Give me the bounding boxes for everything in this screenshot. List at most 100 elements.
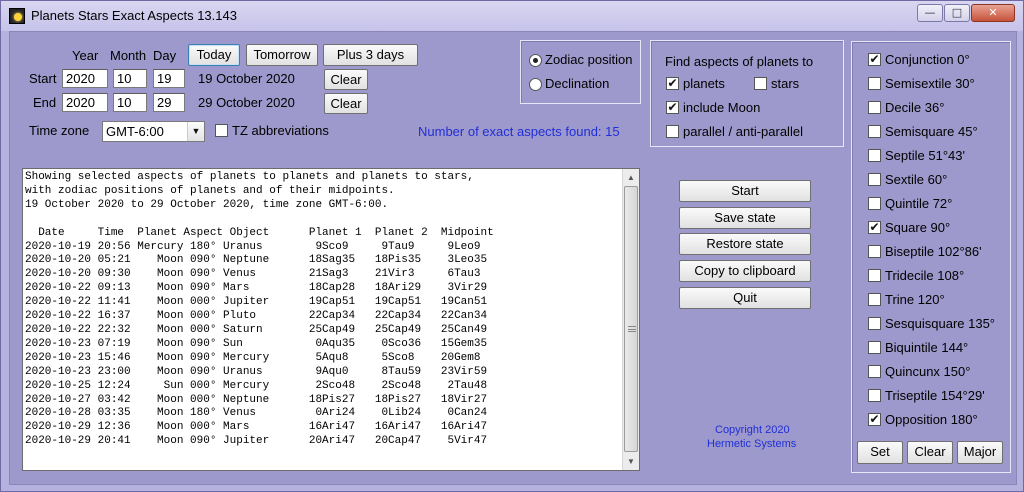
- start-label: Start: [29, 71, 57, 86]
- quit-button[interactable]: Quit: [679, 287, 811, 309]
- restore-state-button[interactable]: Restore state: [679, 233, 811, 255]
- aspect-label: Opposition 180°: [885, 412, 978, 427]
- zodiac-position-radio[interactable]: [529, 54, 542, 67]
- app-sun-icon: [9, 8, 25, 24]
- results-line: 2020-10-22 16:37 Moon 000° Pluto 22Cap34…: [25, 310, 488, 323]
- aspect-label: Semisquare 45°: [885, 124, 978, 139]
- aspect-label: Septile 51°43': [885, 148, 965, 163]
- aspect-checkbox[interactable]: ✔: [868, 53, 881, 66]
- aspect-checkbox[interactable]: [868, 245, 881, 258]
- results-line: Date Time Planet Aspect Object Planet 1 …: [25, 226, 494, 239]
- aspect-checkbox[interactable]: [868, 101, 881, 114]
- start-year-field[interactable]: 2020: [62, 69, 108, 88]
- tz-abbreviations-checkbox[interactable]: [215, 124, 228, 137]
- stars-label: stars: [771, 76, 800, 91]
- plus-3-days-button[interactable]: Plus 3 days: [323, 44, 418, 66]
- start-month-field[interactable]: 10: [113, 69, 147, 88]
- results-line: 2020-10-20 05:21 Moon 090° Neptune 18Sag…: [25, 254, 488, 267]
- minimize-icon[interactable]: —: [917, 4, 943, 22]
- aspect-label: Square 90°: [885, 220, 951, 235]
- tz-abbreviations-label: TZ abbreviations: [232, 123, 329, 138]
- timezone-label: Time zone: [29, 123, 90, 138]
- aspect-label: Sextile 60°: [885, 172, 948, 187]
- end-clear-button[interactable]: Clear: [324, 93, 368, 114]
- aspect-label: Sesquisquare 135°: [885, 316, 995, 331]
- results-line: 2020-10-23 23:00 Moon 090° Uranus 9Aqu0 …: [25, 365, 488, 378]
- aspect-label: Biquintile 144°: [885, 340, 969, 355]
- aspect-checkbox[interactable]: ✔: [868, 221, 881, 234]
- start-clear-button[interactable]: Clear: [324, 69, 368, 90]
- planets-label: planets: [683, 76, 725, 91]
- aspect-checkbox[interactable]: [868, 269, 881, 282]
- aspect-checkbox[interactable]: [868, 173, 881, 186]
- aspect-label: Conjunction 0°: [885, 52, 970, 67]
- close-icon[interactable]: ✕: [971, 4, 1015, 22]
- copyright-line2: Hermetic Systems: [707, 438, 797, 450]
- declination-label: Declination: [545, 76, 610, 91]
- aspect-checkbox[interactable]: [868, 389, 881, 402]
- end-year-field[interactable]: 2020: [62, 93, 108, 112]
- scroll-up-icon[interactable]: ▲: [623, 169, 639, 186]
- zodiac-position-label: Zodiac position: [545, 52, 633, 67]
- title-bar[interactable]: Planets Stars Exact Aspects 13.143 — □ ✕: [1, 1, 1023, 31]
- start-day-field[interactable]: 19: [153, 69, 185, 88]
- clear-aspects-button[interactable]: Clear: [907, 441, 953, 464]
- aspect-checkbox[interactable]: [868, 293, 881, 306]
- end-date-text: 29 October 2020: [198, 95, 295, 110]
- aspect-label: Trine 120°: [885, 292, 945, 307]
- start-button[interactable]: Start: [679, 180, 811, 202]
- aspect-checkbox[interactable]: [868, 317, 881, 330]
- scroll-down-icon[interactable]: ▼: [623, 453, 639, 470]
- today-button[interactable]: Today: [188, 44, 240, 66]
- year-header: Year: [72, 48, 99, 63]
- major-aspects-button[interactable]: Major: [957, 441, 1003, 464]
- aspect-checkbox[interactable]: [868, 197, 881, 210]
- aspect-label: Tridecile 108°: [885, 268, 965, 283]
- find-aspects-title: Find aspects of planets to: [665, 54, 814, 69]
- aspect-checkbox[interactable]: ✔: [868, 413, 881, 426]
- parallel-checkbox[interactable]: [666, 125, 679, 138]
- maximize-icon[interactable]: □: [944, 4, 970, 22]
- aspect-label: Decile 36°: [885, 100, 945, 115]
- aspect-checkbox[interactable]: [868, 125, 881, 138]
- timezone-select[interactable]: GMT-6:00 ▼: [102, 121, 205, 142]
- aspect-label: Triseptile 154°29': [885, 388, 985, 403]
- declination-radio[interactable]: [529, 78, 542, 91]
- results-line: 2020-10-25 12:24 Sun 000° Mercury 2Sco48…: [25, 379, 488, 392]
- main-panel: Year Month Day Today Tomorrow Plus 3 day…: [9, 31, 1017, 485]
- aspect-label: Semisextile 30°: [885, 76, 975, 91]
- results-line: Showing selected aspects of planets to p…: [25, 171, 474, 183]
- aspects-group: ✔ Conjunction 0° Semisextile 30° Decile 36°…: [851, 41, 1011, 473]
- scroll-thumb[interactable]: [624, 186, 638, 452]
- results-line: 2020-10-29 20:41 Moon 090° Jupiter 20Ari…: [25, 435, 488, 448]
- results-textarea[interactable]: Showing selected aspects of planets to p…: [22, 168, 640, 471]
- end-day-field[interactable]: 29: [153, 93, 185, 112]
- results-line: 2020-10-23 07:19 Moon 090° Sun 0Aqu35 0S…: [25, 337, 488, 350]
- aspect-label: Quincunx 150°: [885, 364, 971, 379]
- results-line: 2020-10-20 09:30 Moon 090° Venus 21Sag3 …: [25, 268, 481, 281]
- find-aspects-group: Find aspects of planets to ✔ planets sta…: [650, 40, 844, 147]
- copy-to-clipboard-button[interactable]: Copy to clipboard: [679, 260, 811, 282]
- aspect-checkbox[interactable]: [868, 77, 881, 90]
- set-aspects-button[interactable]: Set: [857, 441, 903, 464]
- planets-checkbox[interactable]: ✔: [666, 77, 679, 90]
- results-scrollbar[interactable]: ▲ ▼: [622, 169, 639, 470]
- save-state-button[interactable]: Save state: [679, 207, 811, 229]
- aspect-label: Quintile 72°: [885, 196, 953, 211]
- include-moon-checkbox[interactable]: ✔: [666, 101, 679, 114]
- app-window: Planets Stars Exact Aspects 13.143 — □ ✕…: [0, 0, 1024, 492]
- results-line: 2020-10-28 03:35 Moon 180° Venus 0Ari24 …: [25, 407, 488, 420]
- chevron-down-icon[interactable]: ▼: [187, 122, 204, 141]
- aspect-checkbox[interactable]: [868, 149, 881, 162]
- end-month-field[interactable]: 10: [113, 93, 147, 112]
- results-line: 2020-10-23 15:46 Moon 090° Mercury 5Aqu8…: [25, 351, 481, 364]
- position-mode-group: Zodiac position Declination: [520, 40, 641, 104]
- stars-checkbox[interactable]: [754, 77, 767, 90]
- aspect-checkbox[interactable]: [868, 341, 881, 354]
- day-header: Day: [153, 48, 177, 63]
- copyright-line1: Copyright 2020: [715, 424, 790, 436]
- tomorrow-button[interactable]: Tomorrow: [246, 44, 318, 66]
- end-label: End: [33, 95, 57, 110]
- include-moon-label: include Moon: [683, 100, 761, 115]
- aspect-checkbox[interactable]: [868, 365, 881, 378]
